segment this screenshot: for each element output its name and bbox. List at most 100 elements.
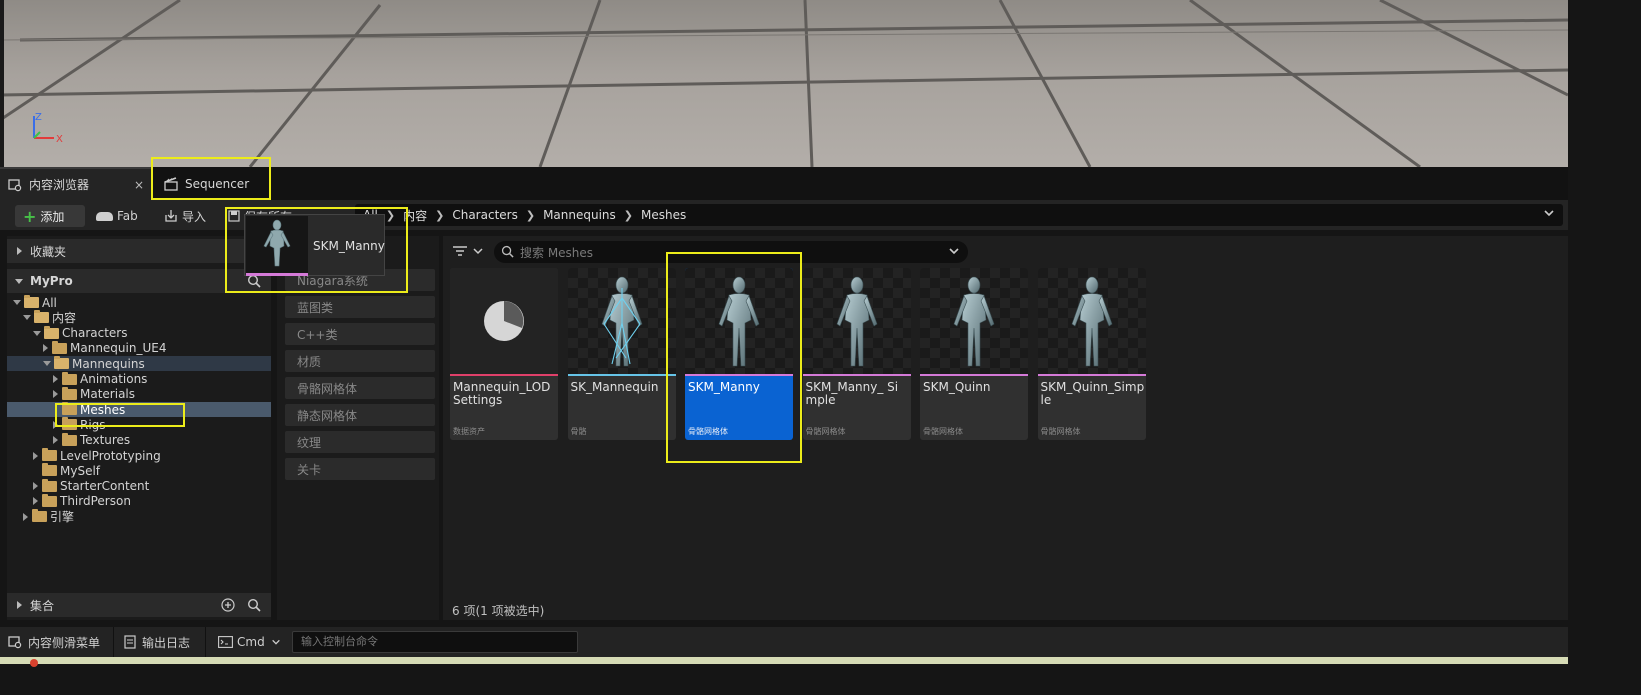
content-drawer-button[interactable]: 内容侧滑菜单 bbox=[8, 627, 100, 657]
clapperboard-icon bbox=[164, 176, 178, 191]
folder-tree-label: Mannequins bbox=[72, 356, 145, 371]
expand-arrow-icon[interactable] bbox=[53, 375, 58, 383]
collapse-arrow-icon[interactable] bbox=[13, 300, 21, 305]
asset-type-stripe bbox=[802, 374, 911, 376]
asset-tile[interactable]: SKM_Quinn 骨骼网格体 bbox=[920, 268, 1028, 440]
folder-icon bbox=[62, 402, 77, 416]
favorites-section-header[interactable]: 收藏夹 bbox=[7, 239, 271, 263]
folder-icon bbox=[62, 371, 77, 385]
add-button[interactable]: + 添加 bbox=[15, 205, 85, 227]
expand-arrow-icon[interactable] bbox=[43, 344, 48, 353]
asset-tile[interactable]: Mannequin_LOD Settings 数据资产 bbox=[450, 268, 558, 440]
collapse-arrow-icon[interactable] bbox=[43, 361, 51, 367]
folder-tree-item[interactable]: 引擎 bbox=[7, 509, 271, 524]
folder-tree-item[interactable]: ThirdPerson bbox=[7, 493, 271, 509]
console-command-input[interactable]: 输入控制台命令 bbox=[292, 631, 578, 653]
mannequin-thumbnail-icon bbox=[802, 268, 911, 375]
folder-tree-item[interactable]: Meshes bbox=[7, 402, 271, 418]
search-input[interactable]: 搜索 Meshes bbox=[494, 241, 968, 263]
import-button-label: 导入 bbox=[182, 209, 207, 224]
mannequin-thumbnail-icon bbox=[685, 268, 793, 375]
expand-arrow-icon[interactable] bbox=[33, 451, 38, 460]
search-icon bbox=[501, 245, 514, 261]
expand-arrow-icon[interactable] bbox=[53, 436, 58, 445]
folder-tree-label: Rigs bbox=[80, 417, 106, 432]
search-icon[interactable] bbox=[247, 274, 261, 291]
output-log-button[interactable]: 输出日志 bbox=[124, 627, 190, 657]
folder-tree-item[interactable]: StarterContent bbox=[7, 478, 271, 494]
asset-name: Mannequin_LOD Settings bbox=[453, 380, 551, 407]
skeleton-thumbnail-icon bbox=[567, 268, 676, 375]
cmd-dropdown[interactable]: Cmd bbox=[218, 627, 281, 657]
asset-tile[interactable]: SKM_Manny 骨骼网格体 bbox=[685, 268, 793, 440]
save-icon bbox=[228, 210, 240, 222]
filter-item[interactable]: C++类 bbox=[285, 323, 435, 345]
import-button[interactable]: 导入 bbox=[164, 205, 206, 227]
breadcrumb-item-content[interactable]: 内容 bbox=[395, 207, 435, 224]
collapse-arrow-icon[interactable] bbox=[33, 330, 41, 336]
expand-arrow-icon[interactable] bbox=[33, 497, 38, 506]
asset-type-label: 骨骼网格体 bbox=[1040, 427, 1081, 436]
collapse-arrow-icon[interactable] bbox=[23, 315, 31, 321]
breadcrumb-item-characters[interactable]: Characters bbox=[444, 208, 526, 222]
collections-section-header[interactable]: 集合 bbox=[7, 593, 271, 617]
expand-arrow-icon[interactable] bbox=[23, 512, 28, 521]
expand-arrow-icon[interactable] bbox=[53, 390, 58, 399]
filter-item[interactable]: 静态网格体 bbox=[285, 404, 435, 426]
expand-arrow-icon[interactable] bbox=[33, 482, 38, 491]
asset-tile[interactable]: SKM_Quinn_Simple 骨骼网格体 bbox=[1037, 268, 1146, 440]
tab-sequencer[interactable]: Sequencer bbox=[152, 167, 270, 200]
folder-tree-item[interactable]: MySelf bbox=[7, 463, 271, 478]
folder-tree-item[interactable]: Mannequin_UE4 bbox=[7, 340, 271, 356]
axis-x-label: X bbox=[56, 134, 63, 145]
cmd-label: Cmd bbox=[237, 635, 265, 649]
filter-icon[interactable] bbox=[452, 245, 484, 257]
data-asset-icon bbox=[450, 268, 558, 375]
mannequin-thumbnail-icon bbox=[263, 219, 291, 267]
tab-sequencer-label: Sequencer bbox=[185, 176, 250, 191]
folder-tree-label: All bbox=[42, 295, 57, 310]
breadcrumb-item-mannequins[interactable]: Mannequins bbox=[535, 208, 624, 222]
asset-type-label: 骨骼网格体 bbox=[688, 427, 728, 436]
chevron-down-icon[interactable] bbox=[948, 245, 960, 260]
add-collection-icon[interactable] bbox=[221, 598, 235, 615]
fab-button[interactable]: Fab bbox=[96, 205, 138, 227]
folder-tree-item[interactable]: 内容 bbox=[7, 310, 271, 325]
folder-tree-label: Meshes bbox=[80, 402, 126, 417]
fab-icon bbox=[96, 211, 113, 221]
window-bottom-edge bbox=[0, 657, 1568, 667]
tab-content-browser-label: 内容浏览器 bbox=[29, 178, 90, 192]
folder-tree-item[interactable]: LevelPrototyping bbox=[7, 448, 271, 463]
filter-item[interactable]: 材质 bbox=[285, 350, 435, 372]
tab-content-browser[interactable]: 内容浏览器 × bbox=[0, 167, 152, 200]
asset-type-stripe bbox=[685, 374, 793, 376]
notification-dot-icon bbox=[30, 659, 38, 667]
folder-tree-item[interactable]: Rigs bbox=[7, 417, 271, 432]
content-drawer-label: 内容侧滑菜单 bbox=[28, 635, 101, 650]
asset-type-label: 骨骼网格体 bbox=[805, 427, 846, 436]
filter-item[interactable]: 纹理 bbox=[285, 431, 435, 453]
project-section-header[interactable]: MyPro bbox=[7, 269, 271, 293]
filter-item[interactable]: 骨骼网格体 bbox=[285, 377, 435, 399]
folder-tree-item[interactable]: Mannequins bbox=[7, 356, 271, 372]
folder-icon bbox=[42, 463, 57, 477]
breadcrumb: All ❯ 内容 ❯ Characters ❯ Mannequins ❯ Mes… bbox=[355, 204, 1563, 226]
folder-tree-item[interactable]: All bbox=[7, 295, 271, 310]
folder-tree-item[interactable]: Textures bbox=[7, 432, 271, 448]
folder-tree-item[interactable]: Characters bbox=[7, 325, 271, 341]
filter-item[interactable]: 关卡 bbox=[285, 458, 435, 480]
folder-tree-item[interactable]: Animations bbox=[7, 371, 271, 387]
folder-icon bbox=[62, 417, 77, 431]
level-viewport[interactable]: Z X bbox=[0, 0, 1568, 167]
chevron-down-icon[interactable] bbox=[1543, 207, 1555, 222]
breadcrumb-item-meshes[interactable]: Meshes bbox=[633, 208, 694, 222]
asset-tile[interactable]: SKM_Manny_ Simple 骨骼网格体 bbox=[802, 268, 911, 440]
output-log-icon bbox=[124, 635, 136, 649]
close-icon[interactable]: × bbox=[134, 178, 144, 192]
folder-icon bbox=[42, 478, 57, 492]
folder-tree-item[interactable]: Materials bbox=[7, 386, 271, 402]
filter-item[interactable]: 蓝图类 bbox=[285, 296, 435, 318]
asset-tile[interactable]: SK_Mannequin 骨骼 bbox=[567, 268, 676, 440]
search-icon[interactable] bbox=[247, 598, 261, 615]
expand-arrow-icon[interactable] bbox=[53, 420, 58, 429]
